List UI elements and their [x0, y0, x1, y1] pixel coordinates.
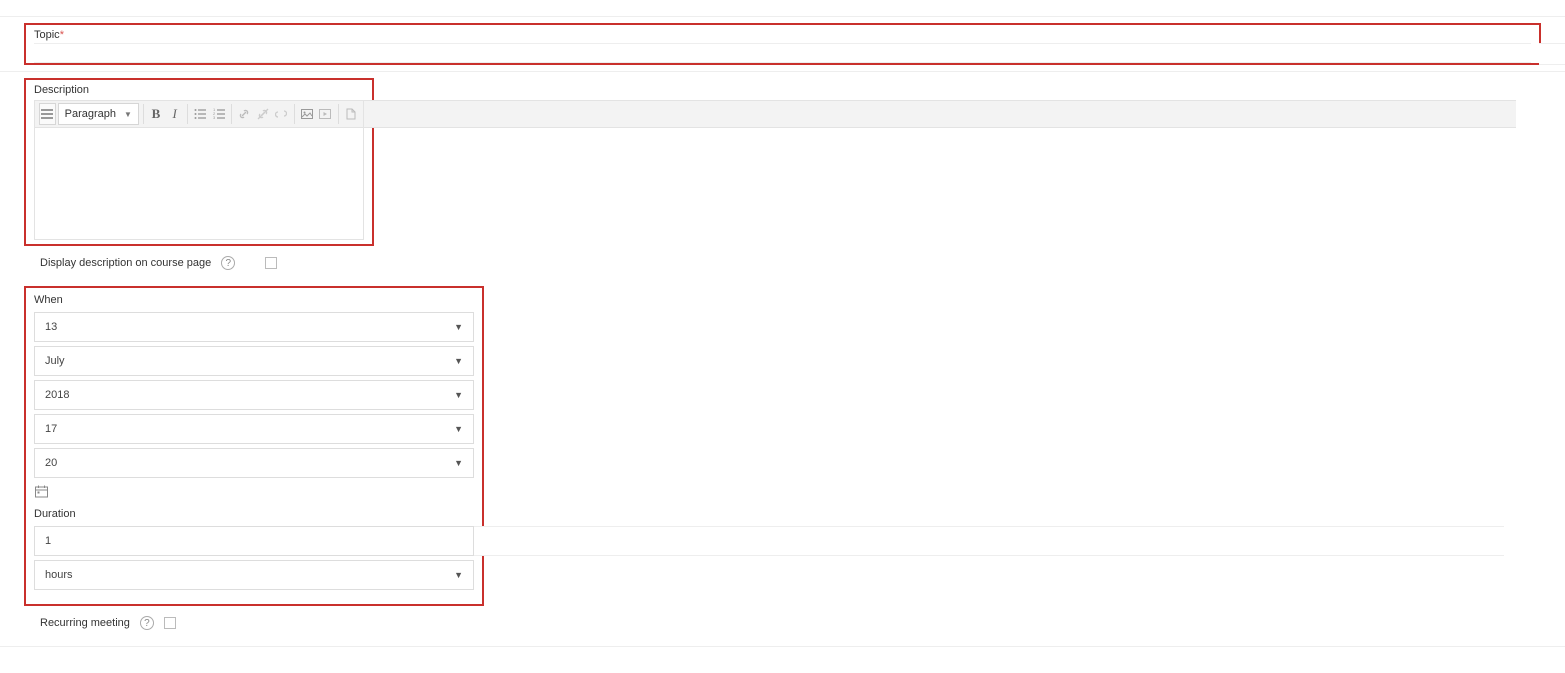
description-label: Description	[34, 84, 89, 96]
unordered-list-button[interactable]	[192, 103, 209, 125]
description-editor[interactable]	[34, 128, 364, 240]
topic-input[interactable]	[34, 44, 1531, 62]
duration-unit-value: hours	[45, 569, 73, 581]
description-field-group: Description Paragraph ▼ B I 123	[24, 78, 374, 246]
image-button[interactable]	[298, 103, 315, 125]
chevron-down-icon: ▼	[454, 356, 463, 366]
manage-files-button[interactable]	[342, 103, 359, 125]
svg-text:3: 3	[213, 115, 216, 120]
paragraph-format-value: Paragraph	[65, 108, 116, 120]
divider-bottom	[0, 646, 1565, 647]
topic-input-overflow	[1539, 43, 1565, 65]
when-day-value: 13	[45, 321, 57, 333]
italic-button[interactable]: I	[166, 103, 183, 125]
ordered-list-button[interactable]: 123	[210, 103, 227, 125]
topic-input-wrapper	[34, 43, 1531, 63]
calendar-icon[interactable]	[34, 484, 48, 498]
duration-label: Duration	[34, 508, 474, 520]
topic-label-row: Topic*	[34, 29, 1531, 41]
when-month-value: July	[45, 355, 65, 367]
toolbar-separator	[187, 104, 188, 124]
chevron-down-icon: ▼	[454, 570, 463, 580]
display-description-checkbox[interactable]	[265, 257, 277, 269]
duration-value-input[interactable]	[34, 526, 474, 556]
when-hour-value: 17	[45, 423, 57, 435]
when-day-select[interactable]: 13 ▼	[34, 312, 474, 342]
when-year-value: 2018	[45, 389, 69, 401]
toolbar-separator	[338, 104, 339, 124]
display-description-label: Display description on course page	[40, 257, 211, 269]
autolink-button[interactable]	[273, 103, 290, 125]
link-button[interactable]	[236, 103, 253, 125]
chevron-down-icon: ▼	[454, 458, 463, 468]
toolbar-toggle-icon[interactable]	[39, 103, 56, 125]
paragraph-format-select[interactable]: Paragraph ▼	[58, 103, 139, 125]
when-minute-value: 20	[45, 457, 57, 469]
editor-toolbar: Paragraph ▼ B I 123	[34, 100, 364, 128]
when-minute-select[interactable]: 20 ▼	[34, 448, 474, 478]
toolbar-separator	[231, 104, 232, 124]
media-button[interactable]	[317, 103, 334, 125]
when-year-select[interactable]: 2018 ▼	[34, 380, 474, 410]
chevron-down-icon: ▼	[454, 424, 463, 434]
duration-input-overflow	[474, 526, 1504, 556]
when-label: When	[34, 294, 474, 306]
when-duration-group: When 13 ▼ July ▼ 2018 ▼ 17 ▼ 20 ▼ Durati…	[24, 286, 484, 606]
required-marker: *	[60, 29, 64, 41]
duration-value-wrapper	[34, 526, 474, 560]
divider-after-topic	[0, 71, 1565, 72]
recurring-meeting-checkbox[interactable]	[164, 617, 176, 629]
editor-toolbar-wrapper: Paragraph ▼ B I 123	[34, 100, 364, 128]
when-month-select[interactable]: July ▼	[34, 346, 474, 376]
duration-unit-select[interactable]: hours ▼	[34, 560, 474, 590]
recurring-meeting-label: Recurring meeting	[40, 617, 130, 629]
when-hour-select[interactable]: 17 ▼	[34, 414, 474, 444]
recurring-meeting-row: Recurring meeting ?	[40, 616, 1565, 630]
display-description-row: Display description on course page ?	[40, 256, 1565, 270]
toolbar-separator	[143, 104, 144, 124]
bold-button[interactable]: B	[148, 103, 165, 125]
editor-toolbar-overflow	[364, 100, 1516, 128]
help-icon[interactable]: ?	[221, 256, 235, 270]
topic-field-group: Topic*	[24, 23, 1541, 65]
chevron-down-icon: ▼	[124, 110, 132, 119]
chevron-down-icon: ▼	[454, 322, 463, 332]
unlink-button[interactable]	[254, 103, 271, 125]
topic-label: Topic	[34, 29, 60, 41]
help-icon[interactable]: ?	[140, 616, 154, 630]
divider-top	[0, 16, 1565, 17]
toolbar-separator	[294, 104, 295, 124]
chevron-down-icon: ▼	[454, 390, 463, 400]
